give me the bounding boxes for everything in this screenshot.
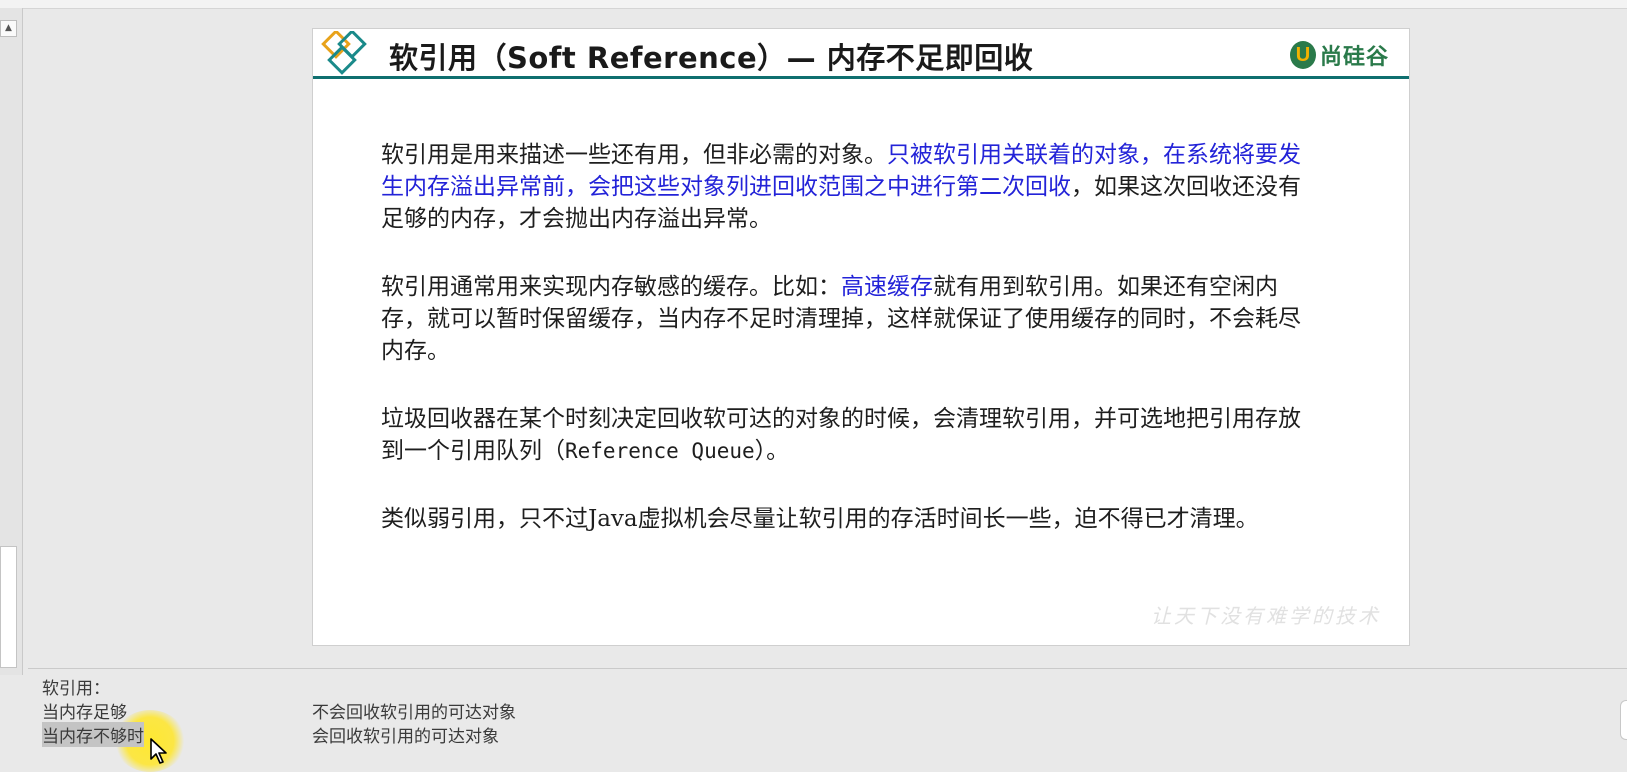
notes-pane[interactable] [28,669,1627,771]
paragraph-2-highlight: 高速缓存 [841,274,933,300]
slide-title: 软引用（Soft Reference）— 内存不足即回收 [389,41,1034,75]
notes-result-2[interactable]: 会回收软引用的可达对象 [312,722,499,747]
brand-mark-icon: U [1289,41,1316,69]
slide-header: 软引用（Soft Reference）— 内存不足即回收 U 尚硅谷 [313,29,1409,79]
notes-result-1[interactable]: 不会回收软引用的可达对象 [312,698,516,723]
notes-heading[interactable]: 软引用： [42,674,110,699]
paragraph-4-text: 类似弱引用，只不过Java虚拟机会尽量让软引用的存活时间长一些，迫不得已才清理。 [381,506,1259,532]
paragraph-3-code: Reference Queue [565,439,755,463]
diamond-logo-icon [321,31,367,75]
brand-name: 尚硅谷 [1319,45,1389,70]
slide-thumbnail-pane[interactable]: ▲ [0,8,23,675]
paragraph-3-tail: ）。 [754,438,790,464]
ribbon-strip [0,0,1627,9]
slide-canvas[interactable]: 软引用（Soft Reference）— 内存不足即回收 U 尚硅谷 软引用是用… [312,28,1410,646]
slide-body: 软引用是用来描述一些还有用，但非必需的对象。只被软引用关联着的对象，在系统将要发… [381,139,1301,571]
notes-condition-1[interactable]: 当内存足够 [42,698,127,723]
paragraph-2: 软引用通常用来实现内存敏感的缓存。比如：高速缓存就有用到软引用。如果还有空闲内存… [381,271,1301,367]
paragraph-2-text: 软引用通常用来实现内存敏感的缓存。比如： [381,274,841,300]
slide-thumbnail[interactable] [0,546,17,668]
paragraph-3-text: 垃圾回收器在某个时刻决定回收软可达的对象的时候，会清理软引用，并可选地把引用存放… [381,406,1301,464]
scroll-up-arrow-icon[interactable]: ▲ [0,20,17,37]
paragraph-4: 类似弱引用，只不过Java虚拟机会尽量让软引用的存活时间长一些，迫不得已才清理。 [381,503,1301,535]
right-edge-tab[interactable] [1620,700,1627,740]
paragraph-1-text: 软引用是用来描述一些还有用，但非必需的对象。 [381,142,887,168]
notes-condition-2-selected[interactable]: 当内存不够时 [42,722,144,747]
paragraph-3: 垃圾回收器在某个时刻决定回收软可达的对象的时候，会清理软引用，并可选地把引用存放… [381,403,1301,467]
slide-watermark: 让天下没有难学的技术 [1151,604,1381,628]
mouse-pointer-icon [150,738,167,764]
paragraph-1: 软引用是用来描述一些还有用，但非必需的对象。只被软引用关联着的对象，在系统将要发… [381,139,1301,235]
brand-logo: U 尚硅谷 [1289,39,1389,71]
header-rule [313,76,1409,79]
